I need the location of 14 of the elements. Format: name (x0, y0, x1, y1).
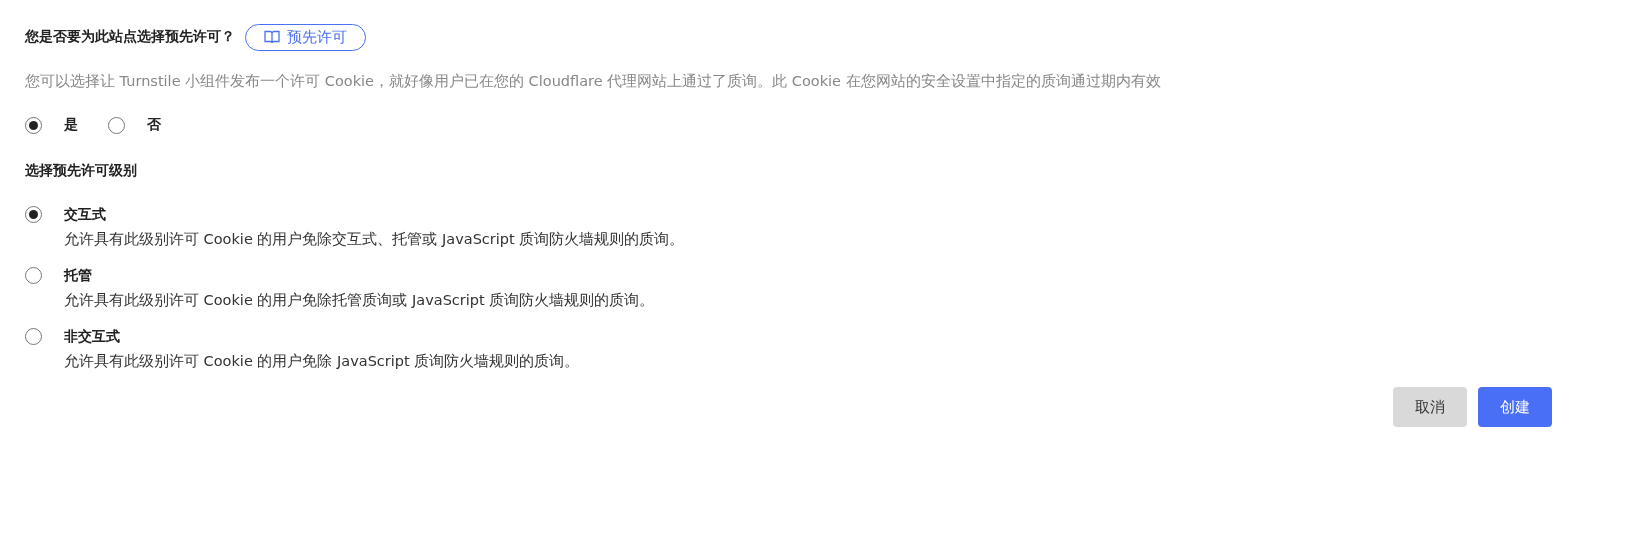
radio-label: 否 (147, 116, 161, 134)
description-text: 您可以选择让 Turnstile 小组件发布一个许可 Cookie，就好像用户已在您的 Cloudflare 代理网站上通过了质询。此 Cookie 在您网站的安全设置中指定的质询通过期内有效 (25, 72, 1162, 91)
option-description: 允许具有此级别许可 Cookie 的用户免除交互式、托管或 JavaScript 质询防火墙规则的质询。 (64, 230, 685, 249)
option-description: 允许具有此级别许可 Cookie 的用户免除 JavaScript 质询防火墙规则的质询。 (64, 352, 580, 371)
option-label: 非交互式 (64, 328, 120, 346)
option-label: 托管 (64, 267, 92, 285)
section-heading: 选择预先许可级别 (25, 162, 138, 180)
radio-label: 是 (64, 116, 78, 134)
question-label: 您是否要为此站点选择预先许可？ (25, 28, 235, 46)
create-button[interactable]: 创建 (1478, 387, 1552, 427)
book-icon (264, 30, 280, 44)
cancel-button[interactable]: 取消 (1393, 387, 1467, 427)
option-label: 交互式 (64, 206, 106, 224)
option-description: 允许具有此级别许可 Cookie 的用户免除托管质询或 JavaScript 质询防火墙规则的质询。 (64, 291, 655, 310)
